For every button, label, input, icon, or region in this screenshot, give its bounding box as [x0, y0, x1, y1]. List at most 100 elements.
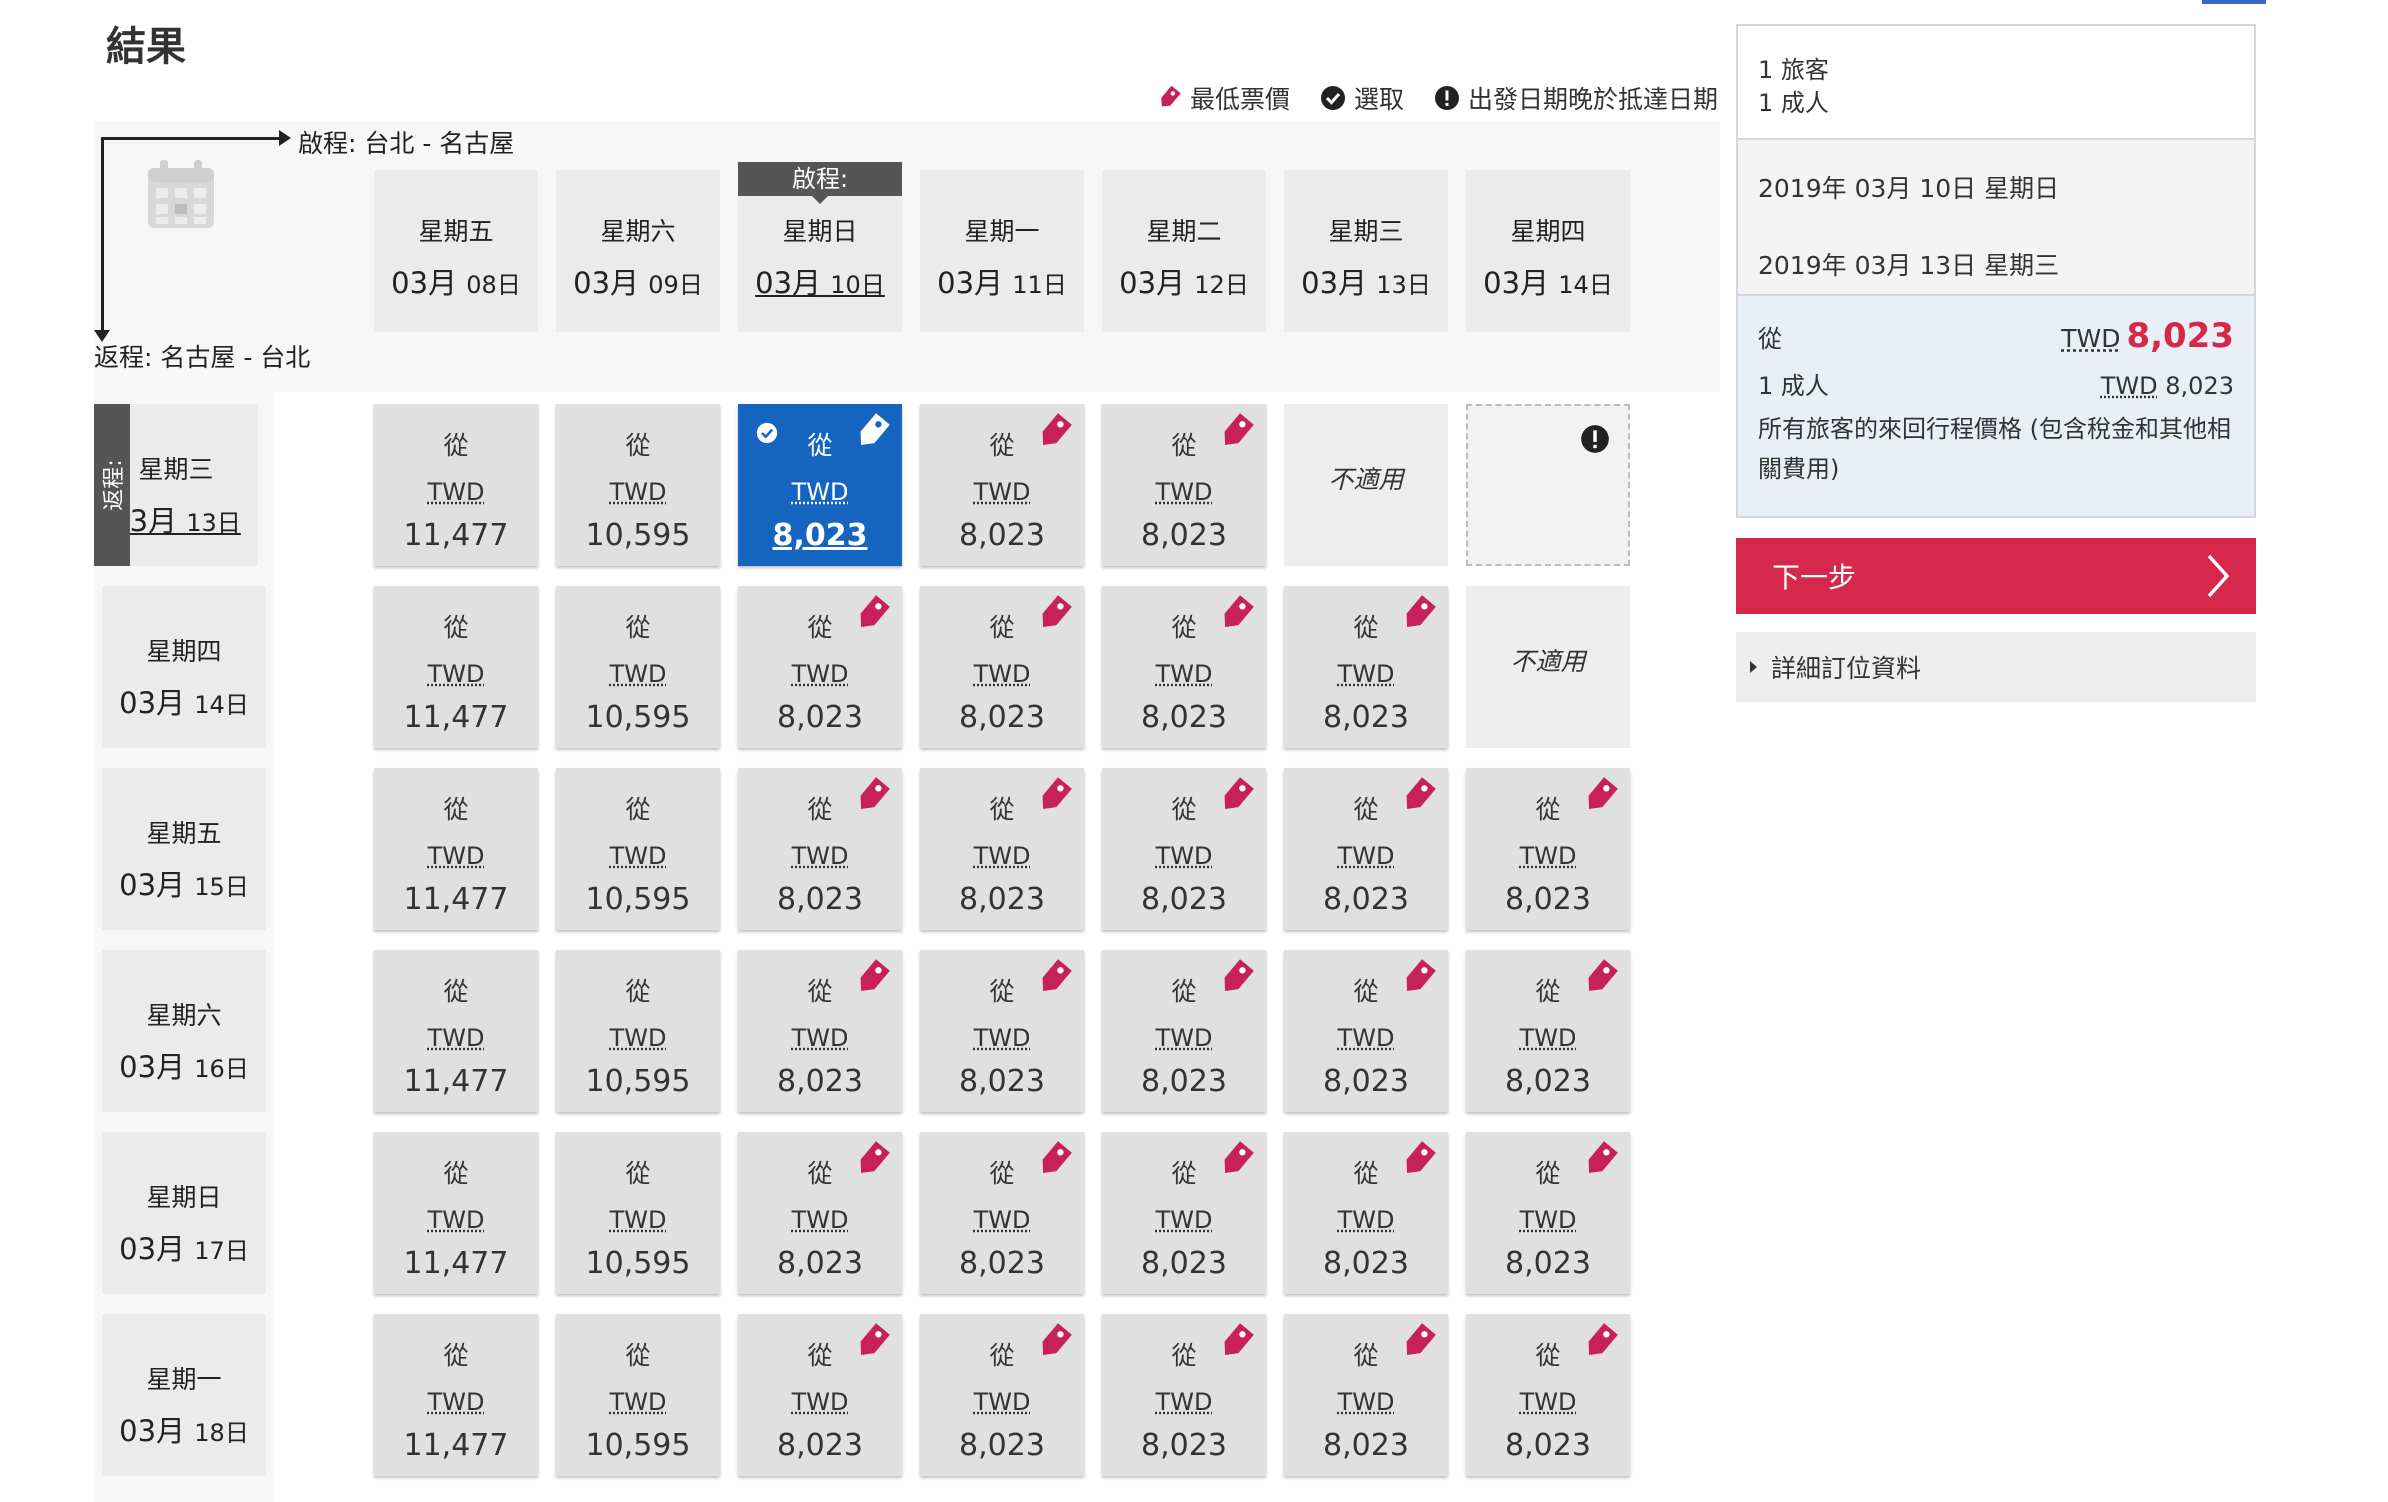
- price-tag-icon: [1580, 1322, 1620, 1366]
- date-label: 03月 11日: [920, 260, 1084, 302]
- fare-cell[interactable]: 從 TWD 8,023: [920, 586, 1084, 748]
- weekday-label: 星期四: [1510, 217, 1586, 246]
- currency-label: TWD: [791, 842, 849, 870]
- return-date-header[interactable]: 星期五 03月 15日: [102, 768, 266, 930]
- fare-amount: 8,023: [777, 1246, 863, 1281]
- fare-cell[interactable]: 從 TWD 8,023: [920, 1314, 1084, 1476]
- fare-cell[interactable]: 從 TWD 8,023: [1284, 1132, 1448, 1294]
- fare-cell[interactable]: 從 TWD 8,023: [1102, 1314, 1266, 1476]
- from-label: 從: [443, 795, 469, 824]
- month-label: 03月: [1483, 266, 1550, 300]
- fare-cell[interactable]: 從 TWD 8,023: [920, 950, 1084, 1112]
- currency-label: TWD: [1155, 478, 1213, 506]
- currency-label: TWD: [609, 1388, 667, 1416]
- currency-label: TWD: [973, 1024, 1031, 1052]
- fare-cell[interactable]: 從 TWD 8,023: [1102, 768, 1266, 930]
- fare-cell[interactable]: 從 TWD 11,477: [374, 950, 538, 1112]
- outbound-date-header[interactable]: 星期六 03月 09日: [556, 170, 720, 332]
- next-step-button[interactable]: 下一步: [1736, 538, 2256, 614]
- fare-cell-selected[interactable]: 從 TWD 8,023: [738, 404, 902, 566]
- fare-cell[interactable]: 從 TWD 10,595: [556, 768, 720, 930]
- return-date-header[interactable]: 星期六 03月 16日: [102, 950, 266, 1112]
- fare-cell[interactable]: 從 TWD 10,595: [556, 950, 720, 1112]
- adult-currency: TWD: [2100, 372, 2158, 400]
- fare-cell[interactable]: 從 TWD 8,023: [738, 1314, 902, 1476]
- return-date-header[interactable]: 星期日 03月 17日: [102, 1132, 266, 1294]
- fare-cell[interactable]: 從 TWD 8,023: [1466, 1132, 1630, 1294]
- return-date-header[interactable]: 星期一 03月 18日: [102, 1314, 266, 1476]
- fare-cell[interactable]: 從 TWD 10,595: [556, 1132, 720, 1294]
- fare-amount: 8,023: [1323, 1428, 1409, 1463]
- from-label: 從: [625, 1159, 651, 1188]
- fare-cell[interactable]: 從 TWD 11,477: [374, 1314, 538, 1476]
- fare-cell[interactable]: 從 TWD 11,477: [374, 586, 538, 748]
- fare-cell[interactable]: 從 TWD 8,023: [1466, 1314, 1630, 1476]
- fare-cell[interactable]: 從 TWD 8,023: [1102, 1132, 1266, 1294]
- fare-cell[interactable]: 從 TWD 8,023: [920, 1132, 1084, 1294]
- fare-cell[interactable]: 從 TWD 8,023: [738, 768, 902, 930]
- fare-cell[interactable]: 從 TWD 8,023: [1284, 950, 1448, 1112]
- weekday-label: 星期三: [1328, 217, 1404, 246]
- fare-cell[interactable]: 從 TWD 8,023: [1102, 586, 1266, 748]
- fare-amount: 11,477: [403, 518, 509, 553]
- adult-price-label: 1 成人: [1758, 372, 1829, 400]
- fare-amount: 10,595: [585, 1246, 691, 1281]
- currency-label: TWD: [1519, 1206, 1577, 1234]
- fare-amount: 8,023: [777, 882, 863, 917]
- fare-cell[interactable]: 從 TWD 8,023: [738, 950, 902, 1112]
- fare-cell[interactable]: 從 TWD 8,023: [1466, 950, 1630, 1112]
- total-price-row: 從 TWD 8,023: [1758, 316, 2234, 356]
- from-label: 從: [625, 431, 651, 460]
- fare-cell[interactable]: 從 TWD 8,023: [1284, 586, 1448, 748]
- calendar-icon: [148, 160, 214, 228]
- fare-amount: 8,023: [1141, 1428, 1227, 1463]
- currency-label: TWD: [427, 660, 485, 688]
- fare-cell[interactable]: 從 TWD 8,023: [1102, 950, 1266, 1112]
- fare-cell[interactable]: 從 TWD 8,023: [920, 768, 1084, 930]
- fare-amount: 8,023: [777, 1428, 863, 1463]
- not-applicable-label: 不適用: [1328, 465, 1404, 494]
- fare-amount: 10,595: [585, 700, 691, 735]
- price-tag-icon: [1398, 1322, 1438, 1366]
- day-label: 12日: [1194, 271, 1249, 299]
- fare-cell[interactable]: 從 TWD 8,023: [738, 586, 902, 748]
- outbound-axis-arrow: [101, 130, 291, 146]
- outbound-date-header[interactable]: 星期一 03月 11日: [920, 170, 1084, 332]
- fare-cell[interactable]: 從 TWD 8,023: [920, 404, 1084, 566]
- price-tag-icon: [852, 594, 892, 638]
- currency-label: TWD: [1519, 842, 1577, 870]
- fare-cell[interactable]: 從 TWD 8,023: [1466, 768, 1630, 930]
- currency-label: TWD: [973, 1206, 1031, 1234]
- currency-label: TWD: [609, 1024, 667, 1052]
- price-tag-icon: [1161, 85, 1181, 107]
- fare-cell[interactable]: 從 TWD 10,595: [556, 586, 720, 748]
- currency-label: TWD: [791, 1388, 849, 1416]
- fare-cell[interactable]: 從 TWD 8,023: [1102, 404, 1266, 566]
- booking-details-toggle[interactable]: 詳細訂位資料: [1736, 632, 2256, 702]
- outbound-date-header[interactable]: 星期五 03月 08日: [374, 170, 538, 332]
- fare-cell[interactable]: 從 TWD 11,477: [374, 404, 538, 566]
- fare-amount: 8,023: [777, 1064, 863, 1099]
- day-label: 13日: [186, 509, 241, 537]
- price-tag-icon: [852, 1322, 892, 1366]
- outbound-date-header[interactable]: 星期三 03月 13日: [1284, 170, 1448, 332]
- fare-cell[interactable]: 從 TWD 8,023: [1284, 768, 1448, 930]
- day-label: 14日: [1558, 271, 1613, 299]
- fare-amount: 11,477: [403, 1428, 509, 1463]
- return-date-header[interactable]: 星期四 03月 14日: [102, 586, 266, 748]
- fare-cell[interactable]: 從 TWD 8,023: [738, 1132, 902, 1294]
- fare-cell[interactable]: 從 TWD 10,595: [556, 1314, 720, 1476]
- fare-amount: 8,023: [1141, 1064, 1227, 1099]
- fare-cell[interactable]: 從 TWD 11,477: [374, 1132, 538, 1294]
- fare-cell[interactable]: 從 TWD 11,477: [374, 768, 538, 930]
- return-date-header[interactable]: 返程: 星期三 03月 13日: [94, 404, 258, 566]
- month-label: 03月: [755, 266, 822, 300]
- outbound-date-header[interactable]: 星期二 03月 12日: [1102, 170, 1266, 332]
- fare-cell[interactable]: 從 TWD 8,023: [1284, 1314, 1448, 1476]
- outbound-date-header[interactable]: 星期四 03月 14日: [1466, 170, 1630, 332]
- fare-cell[interactable]: 從 TWD 10,595: [556, 404, 720, 566]
- outbound-date-header[interactable]: 啟程: 星期日 03月 10日: [738, 162, 902, 332]
- date-label: 03月 12日: [1102, 260, 1266, 302]
- currency-label: TWD: [791, 478, 849, 506]
- return-date: 2019年 03月 13日 星期三: [1758, 251, 2060, 280]
